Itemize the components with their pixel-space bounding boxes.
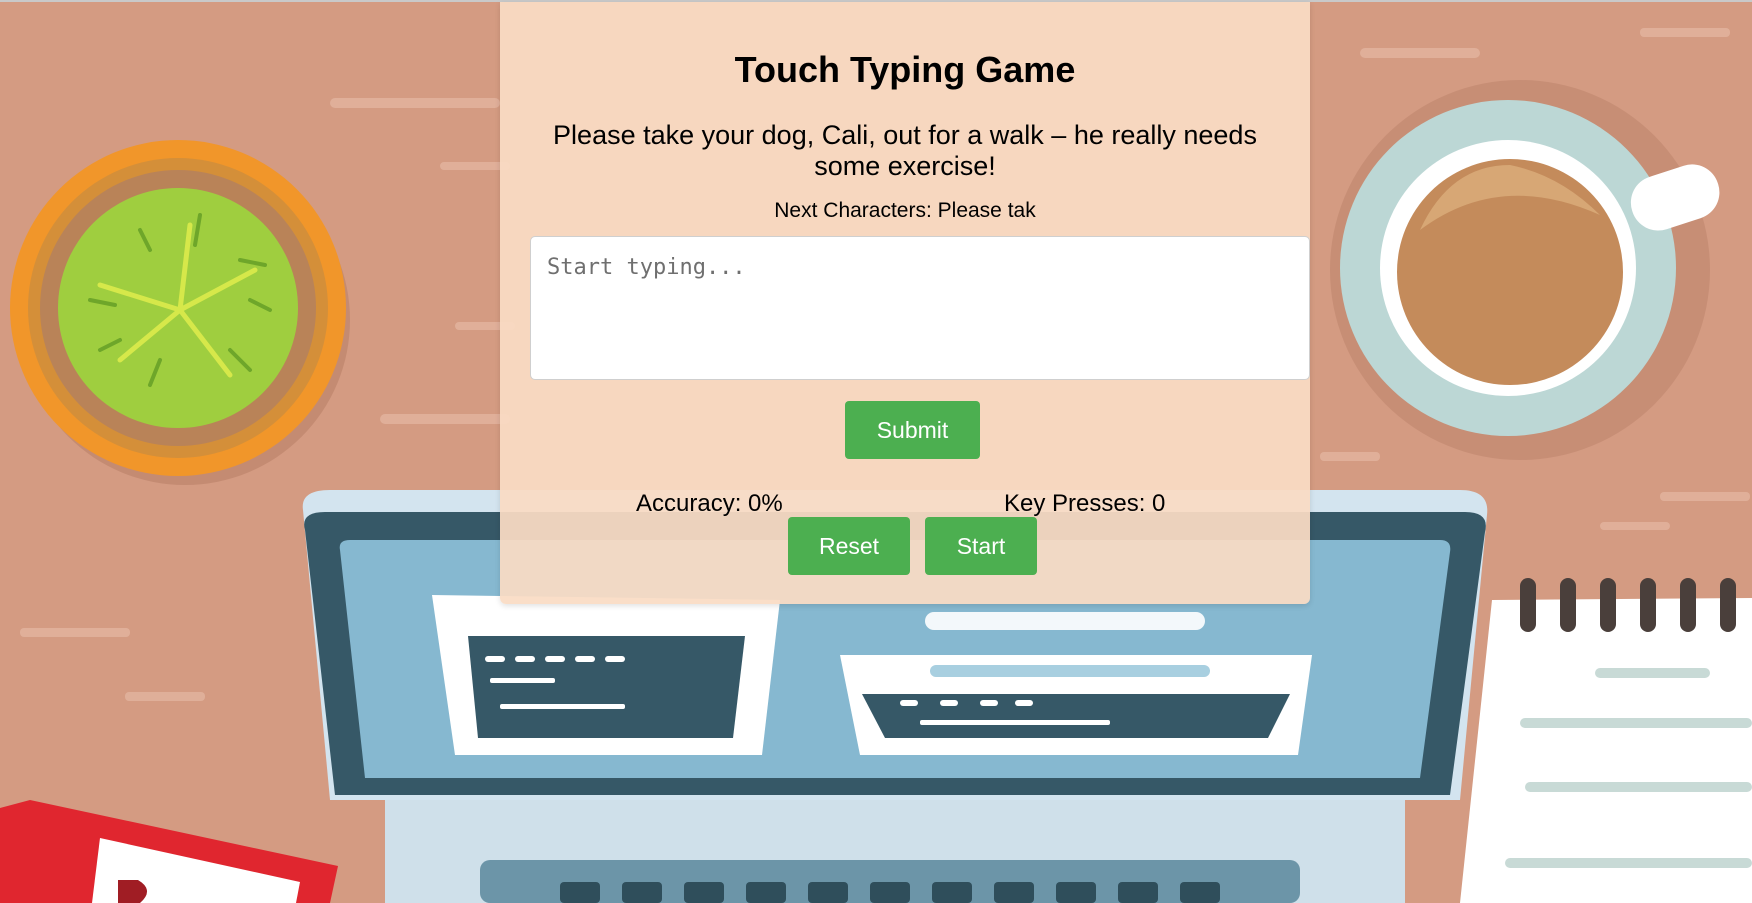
next-characters: Next Characters: Please tak: [774, 199, 1036, 222]
start-button[interactable]: Start: [925, 517, 1037, 575]
accuracy-stat: Accuracy: 0%: [636, 490, 783, 517]
typing-game-panel: Touch Typing Game Please take your dog, …: [500, 2, 1310, 604]
key-presses-stat: Key Presses: 0: [1004, 490, 1166, 517]
notepad-icon: [1460, 598, 1752, 903]
target-sentence: Please take your dog, Cali, out for a wa…: [553, 120, 1257, 181]
reset-button[interactable]: Reset: [788, 517, 910, 575]
typing-input[interactable]: [530, 236, 1310, 380]
submit-button[interactable]: Submit: [845, 401, 980, 459]
page-title: Touch Typing Game: [734, 49, 1076, 90]
